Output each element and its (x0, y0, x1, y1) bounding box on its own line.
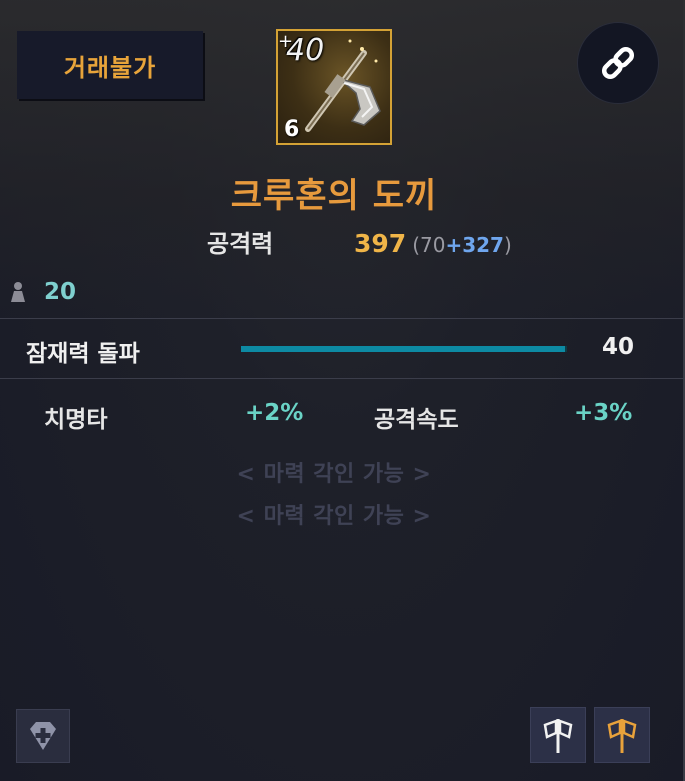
attack-base-value: 70 (420, 233, 446, 257)
attack-power-value: 397 (354, 229, 407, 258)
attack-bonus-value: +327 (445, 233, 504, 257)
trade-status-badge: 거래불가 (17, 31, 203, 99)
paren-open: ( (412, 233, 420, 257)
add-gem-button[interactable] (16, 709, 70, 763)
item-slot-count: 6 (284, 117, 300, 142)
attack-power-label: 공격력 (207, 230, 274, 258)
item-tooltip-panel: 거래불가 + 40 6 크루혼의 도끼 공격력 397 (70+327) 20 … (0, 0, 685, 781)
engraving-slot-2: < 마력 각인 가능 > (236, 504, 432, 529)
potential-progress-fill (241, 346, 566, 352)
engraving-slot-1: < 마력 각인 가능 > (236, 462, 432, 487)
required-level-value: 20 (44, 279, 77, 305)
item-name: 크루혼의 도끼 (230, 176, 438, 216)
required-level-row: 20 (6, 279, 76, 305)
link-button[interactable] (577, 22, 659, 104)
paren-close: ) (503, 233, 512, 257)
divider (0, 378, 685, 379)
axe-set-icon-gold (607, 719, 637, 753)
attack-power-row: 공격력 397 (70+327) (207, 224, 512, 260)
stat-label-attack-speed: 공격속도 (374, 407, 459, 433)
axe-set-icon-white (543, 719, 573, 753)
stat-label-critical: 치명타 (44, 407, 108, 433)
potential-breakthrough-label: 잠재력 돌파 (26, 341, 140, 367)
stat-value-critical: +2% (245, 400, 304, 426)
weapon-type-icon-1[interactable] (530, 707, 586, 763)
gem-add-icon (30, 722, 56, 750)
link-icon (601, 46, 635, 80)
weapon-type-icon-2[interactable] (594, 707, 650, 763)
item-icon-frame[interactable]: + 40 6 (276, 29, 392, 145)
stat-value-attack-speed: +3% (574, 400, 633, 426)
potential-progress-track (241, 346, 567, 352)
potential-breakthrough-row: 잠재력 돌파 40 (0, 320, 685, 378)
potential-breakthrough-value: 40 (602, 334, 635, 360)
enhancement-level: 40 (286, 33, 325, 68)
character-level-icon (11, 282, 25, 302)
attack-power-breakdown: (70+327) (412, 233, 512, 257)
trade-status-label: 거래불가 (63, 53, 157, 82)
divider (0, 318, 685, 319)
